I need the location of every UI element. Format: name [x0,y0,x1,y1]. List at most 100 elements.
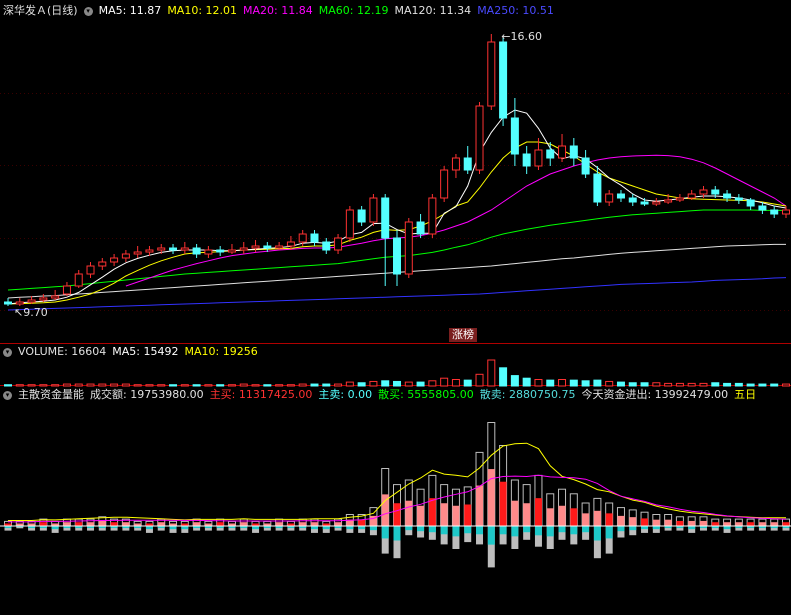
flow-buy-bar [664,519,672,526]
volume-bar [593,379,602,387]
flow-buy-bar [464,504,472,526]
candle-body [569,145,578,159]
volume-bar [298,383,307,387]
volume-bar [204,384,213,387]
ma10-value: MA10: 12.01 [167,4,238,17]
volume-bar [522,377,531,387]
flow-buy-bar [39,522,47,526]
candle-body [4,301,12,305]
volume-bar [251,384,260,387]
volume-bar [428,380,437,387]
flow-buy-bar [747,522,755,526]
candle-body [192,247,201,255]
flow-buy-bar [735,522,743,526]
volume-bar [4,384,12,387]
candle-body [180,247,189,251]
volume-bar [416,381,425,387]
candle-body [334,237,343,251]
flow-retail-bar [487,526,495,545]
candle-body [487,41,496,107]
flow-buy-bar [758,522,766,526]
retail-buy-value: 散买: 5555805.00 [378,388,474,401]
volume-header: ▾ VOLUME: 16604 MA5: 15492 MA10: 19256 [0,344,264,360]
candle-body [605,193,614,203]
candle-body [310,233,319,243]
candle-body [558,145,567,159]
candle-body [746,199,755,207]
candle-body [393,237,401,275]
flow-buy-bar [652,519,660,526]
candle-body [74,273,83,287]
candle-body [440,169,449,199]
volume-bar [440,377,449,387]
volume-bar [169,384,178,387]
ma120-value: MA120: 11.34 [394,4,472,17]
candle-body [263,245,272,249]
limit-up-tag: 涨榜 [449,328,477,342]
flow-buy-bar [299,522,307,526]
flow-buy-bar [476,485,484,526]
flow-buy-bar [110,522,118,526]
volume-bar [121,383,130,387]
candle-body [593,173,602,203]
candle-body [110,257,119,263]
flow-retail-bar [546,526,554,537]
volume-bar [322,383,331,387]
candle-body [357,209,366,223]
volume-bar [180,384,189,387]
volume-bar [157,384,166,387]
capital-options-icon[interactable]: ▾ [3,390,12,400]
volume-bar [451,379,460,387]
volume-bar [510,375,519,387]
stock-chart[interactable]: ←16.60 ↖9.70 [0,0,791,615]
volume-bar [334,383,343,387]
volume-bar [286,384,295,387]
volume-bar [675,382,684,387]
low-price-label: ↖9.70 [14,306,48,319]
volume-bar [687,382,696,387]
flow-retail-bar [499,526,507,535]
flow-buy-bar [417,505,425,526]
volume-bar [369,380,378,387]
candle-body [463,157,472,171]
flow-retail-bar [393,526,401,541]
candle-body [782,209,790,215]
flow-buy-bar [676,520,684,526]
flow-buy-bar [546,508,554,526]
volume-bar [74,383,83,387]
candle-body [204,249,213,255]
stock-title[interactable]: 深华发Ａ(日线) [3,3,78,19]
volume-bar [487,359,496,387]
flow-retail-bar [452,526,460,537]
flow-buy-bar [275,522,283,526]
flow-buy-bar [723,522,731,526]
volume-bar [723,382,732,387]
candle-body [62,285,71,295]
candle-body [27,299,36,303]
capital-header: ▾ 主散资金量能 成交额: 19753980.00 主买: 11317425.0… [0,387,762,403]
candle-body [169,247,178,251]
candle-body [39,297,48,301]
candle-body [770,209,779,215]
retail-sell-value: 散卖: 2880750.75 [479,388,576,401]
flow-buy-bar [193,522,201,526]
candle-body [86,265,95,275]
volume-bar [15,384,24,387]
flow-buy-bar [310,522,318,526]
candle-body [369,197,378,223]
candle-body [275,245,284,249]
volume-bar [463,379,472,387]
flow-buy-bar [428,498,436,526]
candle-body [251,245,260,249]
flow-buy-bar [122,522,130,526]
ma20-value: MA20: 11.84 [243,4,313,17]
volume-options-icon[interactable]: ▾ [3,347,12,357]
flow-retail-bar [428,526,436,533]
flow-buy-bar [770,522,778,526]
flow-retail-bar [558,526,566,533]
candle-body [546,149,555,159]
flow-buy-bar [699,520,707,526]
candle-body [499,41,508,119]
main-header: 深华发Ａ(日线) ▾ MA5: 11.87 MA10: 12.01 MA20: … [0,3,560,19]
options-icon[interactable]: ▾ [83,6,93,16]
